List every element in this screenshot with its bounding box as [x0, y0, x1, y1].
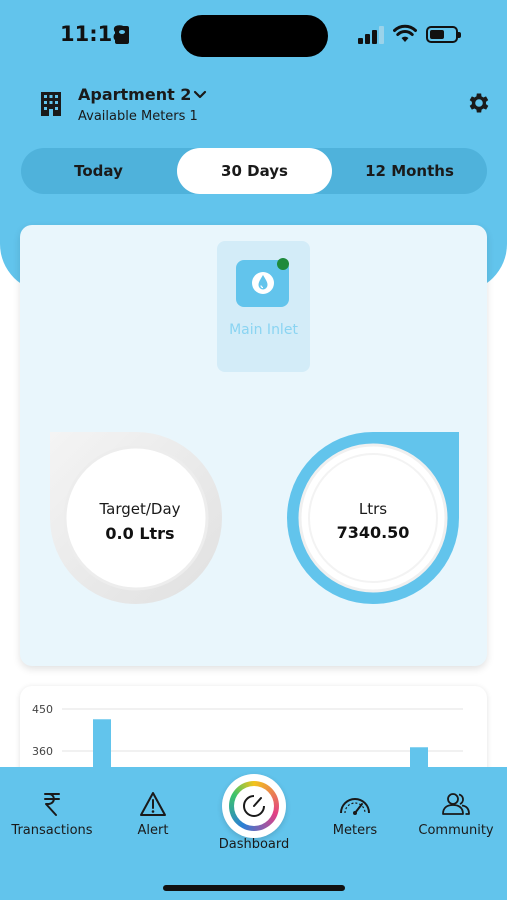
target-gauge [50, 432, 222, 604]
status-bar: 11:18 [0, 0, 507, 70]
rupee-icon [44, 793, 60, 816]
nav-meters[interactable]: Meters [318, 793, 392, 838]
usage-gauge [287, 432, 459, 604]
dashboard-gauge-needle-icon [243, 795, 265, 817]
tab-30-days[interactable]: 30 Days [177, 148, 332, 194]
nav-label-dashboard: Dashboard [218, 837, 290, 852]
chart-y-tick-label: 450 [32, 703, 53, 716]
building-icon [41, 92, 61, 116]
chart-y-tick-label: 360 [32, 745, 53, 758]
water-drop-icon [252, 272, 274, 294]
usage-label: Ltrs [358, 500, 388, 518]
id-card-icon [115, 26, 129, 44]
usage-bar-chart: 450 360 [32, 703, 463, 776]
cellular-signal-icon [358, 26, 386, 44]
available-meters-label: Available Meters 1 [78, 109, 198, 124]
dynamic-island [181, 15, 328, 57]
usage-value: 7340.50 [336, 523, 410, 542]
nav-community[interactable]: Community [410, 791, 502, 838]
apartment-selector[interactable]: Apartment 2 [78, 85, 191, 104]
gear-icon[interactable] [466, 90, 492, 116]
tab-today[interactable]: Today [21, 148, 176, 194]
nav-label-alert: Alert [137, 823, 169, 838]
home-indicator [163, 885, 345, 891]
period-tabs: Today 30 Days 12 Months [21, 148, 487, 194]
battery-icon [426, 26, 461, 43]
target-value: 0.0 Ltrs [105, 524, 175, 543]
nav-label-meters: Meters [332, 823, 378, 838]
nav-label-community: Community [418, 823, 494, 838]
chevron-down-icon[interactable] [192, 87, 208, 103]
tab-12-months[interactable]: 12 Months [332, 148, 487, 194]
alert-icon [140, 792, 166, 816]
nav-label-transactions: Transactions [11, 823, 93, 838]
meter-status-dot [277, 258, 289, 270]
speedometer-icon [340, 798, 370, 815]
wifi-icon [393, 24, 417, 42]
meter-name: Main Inlet [229, 322, 298, 338]
nav-transactions[interactable]: Transactions [4, 791, 100, 838]
nav-alert[interactable]: Alert [118, 791, 188, 838]
community-icon [442, 793, 470, 815]
target-label: Target/Day [99, 500, 181, 518]
